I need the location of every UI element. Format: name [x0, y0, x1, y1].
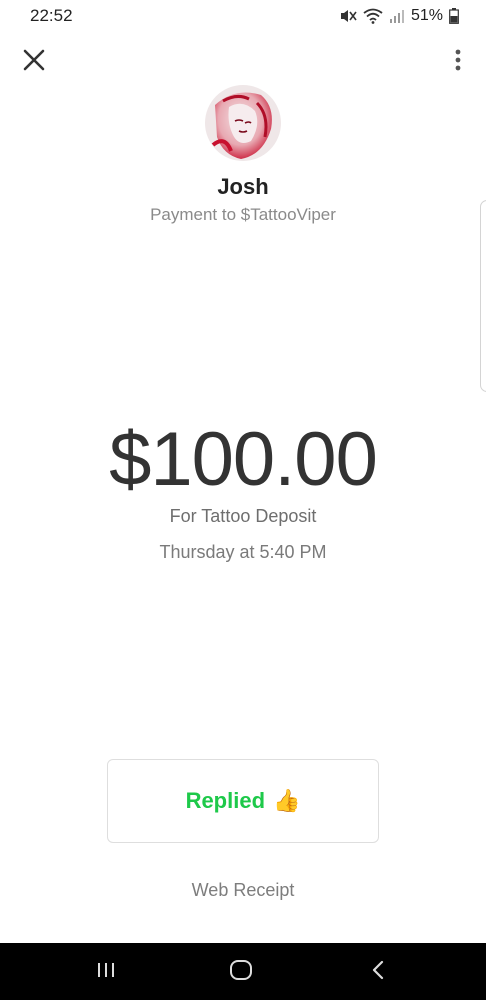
avatar-image [205, 85, 281, 161]
payment-amount: $100.00 [109, 417, 378, 502]
back-icon [371, 960, 385, 985]
recipient-name: Josh [217, 174, 269, 199]
more-vertical-icon [454, 48, 462, 77]
wifi-icon [363, 8, 383, 24]
web-receipt-link[interactable]: Web Receipt [0, 880, 486, 901]
recents-icon [96, 961, 116, 984]
payment-timestamp: Thursday at 5:40 PM [159, 542, 327, 562]
battery-icon [449, 8, 459, 24]
recents-button[interactable] [90, 957, 122, 987]
replied-button[interactable]: Replied 👍 [107, 759, 379, 843]
replied-label: Replied [185, 788, 266, 813]
edge-panel-handle[interactable] [480, 200, 486, 392]
mute-icon [339, 8, 357, 24]
signal-icon [389, 8, 405, 24]
more-options-button[interactable] [448, 48, 468, 76]
payment-detail-screen: 22:52 51% Josh Payment to $TattooViper $… [0, 0, 486, 1000]
back-button[interactable] [362, 957, 394, 987]
status-icons: 51% [339, 6, 459, 26]
battery-percent: 51% [410, 7, 443, 24]
payment-subtitle: Payment to $TattooViper [150, 205, 336, 224]
avatar[interactable] [205, 85, 281, 161]
home-button[interactable] [225, 957, 257, 987]
close-icon [22, 48, 46, 77]
payment-memo: For Tattoo Deposit [169, 506, 317, 526]
thumbs-up-icon: 👍 [273, 788, 301, 813]
close-button[interactable] [18, 46, 50, 78]
status-time: 22:52 [30, 6, 73, 25]
navigation-bar [0, 943, 486, 1000]
home-icon [229, 959, 253, 986]
status-bar: 22:52 51% [0, 0, 486, 34]
